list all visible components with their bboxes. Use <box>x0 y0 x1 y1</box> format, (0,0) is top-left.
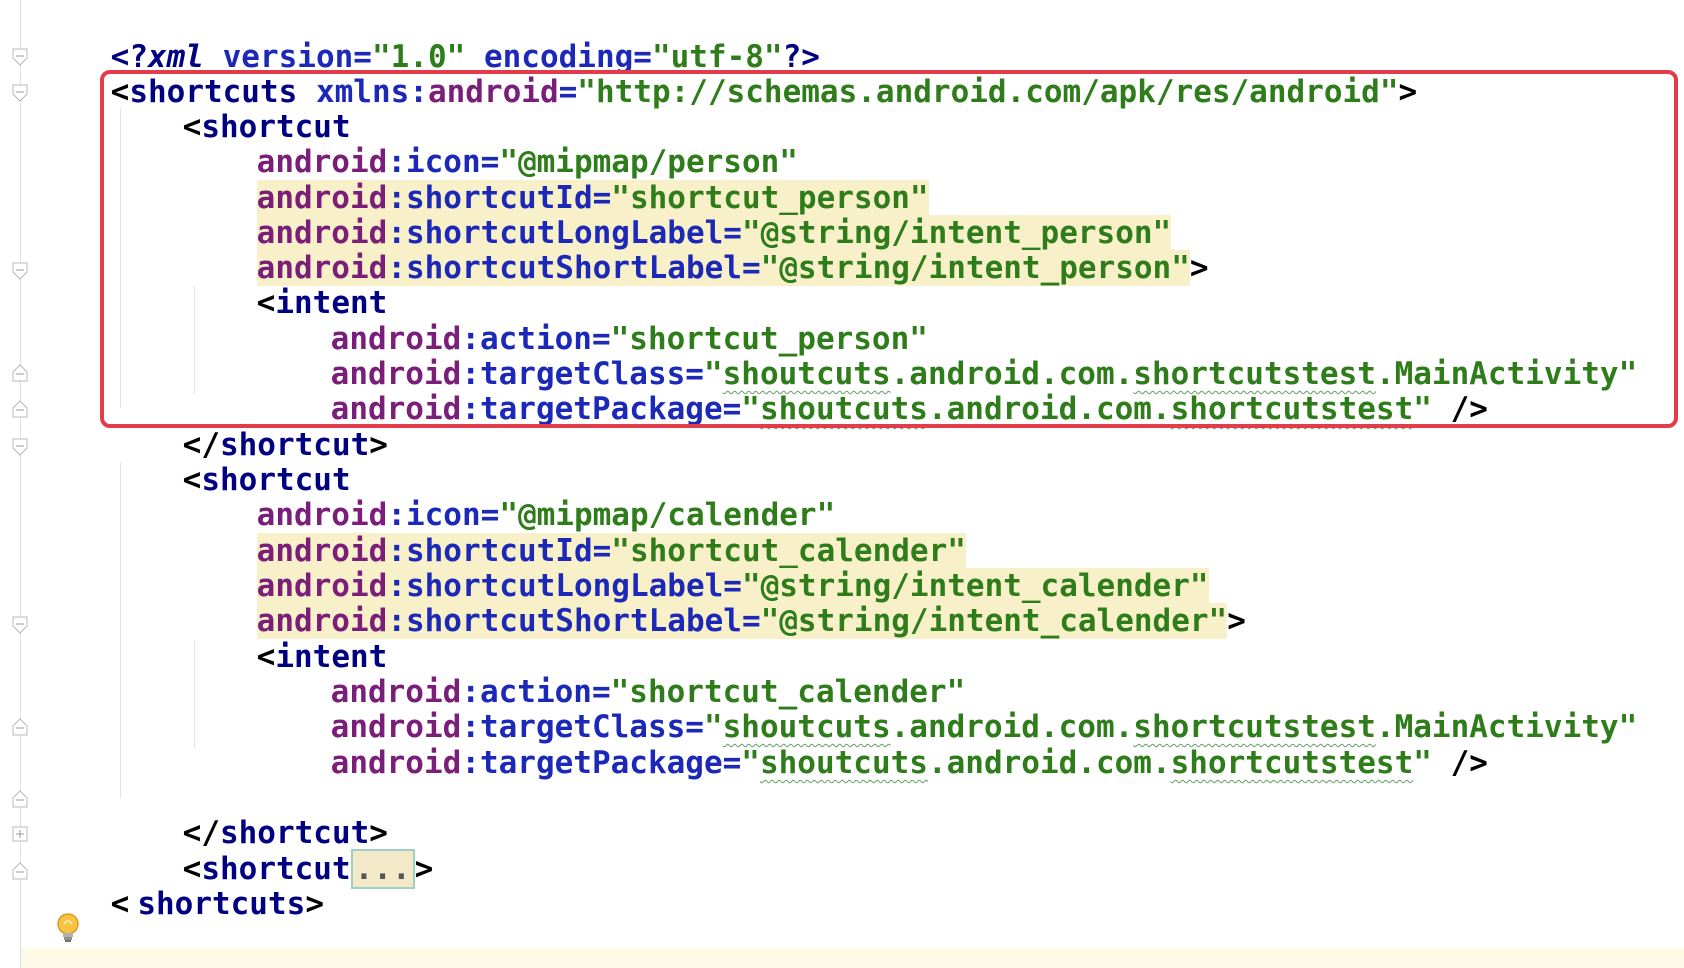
attr-name: shortcutShortLabel <box>405 603 742 639</box>
code-line-8[interactable]: <intent <box>182 246 388 321</box>
value-segment: shoutcuts <box>759 391 928 427</box>
code-editor[interactable]: <?xml version="1.0" encoding="utf-8"?> <… <box>0 0 1684 968</box>
code-line-17[interactable]: android:shortcutShortLabel="@string/inte… <box>182 564 1246 639</box>
tag-close: /> <box>1431 745 1488 781</box>
tag-close: > <box>1227 603 1246 639</box>
code-line-1[interactable]: <?xml version="1.0" encoding="utf-8"?> <box>36 0 820 75</box>
fold-marker-icon[interactable] <box>12 790 28 808</box>
value-segment: android <box>946 745 1078 781</box>
tag-close: > <box>1189 250 1209 286</box>
code-line-10[interactable]: android:targetClass="shoutcuts.android.c… <box>256 317 1638 392</box>
quote: " <box>741 391 760 427</box>
colon: : <box>461 391 480 427</box>
code-line-13[interactable]: <shortcut <box>108 423 351 498</box>
code-line-2[interactable]: <shortcuts xmlns:android="http://schemas… <box>36 35 1418 110</box>
tag-close: /> <box>1431 391 1488 427</box>
equals: = <box>722 391 742 427</box>
fold-expand-icon[interactable] <box>12 826 28 844</box>
fold-marker-icon[interactable] <box>12 84 28 102</box>
value-segment: com <box>1095 745 1152 781</box>
code-line-5[interactable]: android:shortcutId="shortcut_person" <box>182 141 929 216</box>
code-line-12[interactable]: </shortcut> <box>108 388 388 463</box>
colon: : <box>387 603 406 639</box>
colon: : <box>461 745 480 781</box>
value-segment: shortcutstest <box>1170 391 1414 427</box>
code-line-7[interactable]: android:shortcutShortLabel="@string/inte… <box>182 211 1209 286</box>
tag-close: > <box>305 886 324 922</box>
value-segment: shoutcuts <box>759 745 928 781</box>
value-segment: shortcutstest <box>1170 745 1414 781</box>
dot: . <box>1151 391 1171 427</box>
code-line-24[interactable]: <shortcut... > <box>108 812 433 889</box>
code-line-21[interactable]: android:targetPackage="shoutcuts.android… <box>256 706 1488 781</box>
equals: = <box>722 745 742 781</box>
code-line-11[interactable]: android:targetPackage="shoutcuts.android… <box>256 352 1488 427</box>
code-line-25[interactable]: < shortcuts> <box>36 847 324 922</box>
quote: " <box>1618 356 1638 392</box>
dot: . <box>1077 391 1096 427</box>
quote: " <box>1618 709 1638 745</box>
fold-marker-icon[interactable] <box>12 438 28 456</box>
tag-open: < <box>110 886 130 922</box>
dot: . <box>927 745 947 781</box>
quote: " <box>741 745 760 781</box>
tag-close: > <box>1398 74 1418 110</box>
quote: " <box>1413 745 1432 781</box>
fold-marker-icon[interactable] <box>12 400 28 418</box>
colon: : <box>387 250 406 286</box>
fold-marker-icon[interactable] <box>12 862 28 880</box>
tag-name: shortcuts <box>137 886 306 922</box>
dot: . <box>1077 745 1096 781</box>
equals: = <box>741 603 761 639</box>
code-line-18[interactable]: <intent <box>182 600 388 675</box>
quote: " <box>1413 391 1432 427</box>
attr-name: targetPackage <box>479 745 723 781</box>
code-line-16[interactable]: android:shortcutLongLabel="@string/inten… <box>182 529 1209 604</box>
editor-gutter <box>0 0 21 968</box>
attr-value: "@string/intent_calender" <box>760 603 1228 639</box>
code-line-3[interactable]: <shortcut <box>108 70 351 145</box>
lightbulb-icon[interactable] <box>54 912 82 946</box>
current-line-highlight <box>21 948 1684 968</box>
fold-marker-icon[interactable] <box>12 48 28 66</box>
attr-name: targetPackage <box>479 391 723 427</box>
attr-name: shortcutShortLabel <box>405 250 742 286</box>
fold-marker-icon[interactable] <box>12 616 28 634</box>
value-segment: com <box>1095 391 1152 427</box>
fold-marker-icon[interactable] <box>12 364 28 382</box>
fold-marker-icon[interactable] <box>12 718 28 736</box>
code-line-14[interactable]: android:icon="@mipmap/calender" <box>182 458 836 533</box>
code-line-20[interactable]: android:targetClass="shoutcuts.android.c… <box>256 670 1638 745</box>
dot: . <box>927 391 947 427</box>
attr-value: "@string/intent_person" <box>760 250 1190 286</box>
code-line-9[interactable]: android:action="shortcut_person" <box>256 282 928 357</box>
tag-close: > <box>414 851 434 887</box>
code-line-6[interactable]: android:shortcutLongLabel="@string/inten… <box>182 176 1172 251</box>
code-line-4[interactable]: android:icon="@mipmap/person" <box>182 105 798 180</box>
code-line-15[interactable]: android:shortcutId="shortcut_calender" <box>182 494 966 569</box>
fold-marker-icon[interactable] <box>12 262 28 280</box>
dot: . <box>1151 745 1171 781</box>
code-line-19[interactable]: android:action="shortcut_calender" <box>256 635 966 710</box>
folded-region-placeholder[interactable]: ... <box>350 849 415 889</box>
code-line-23[interactable]: </shortcut> <box>108 776 388 851</box>
equals: = <box>741 250 761 286</box>
value-segment: android <box>946 391 1078 427</box>
